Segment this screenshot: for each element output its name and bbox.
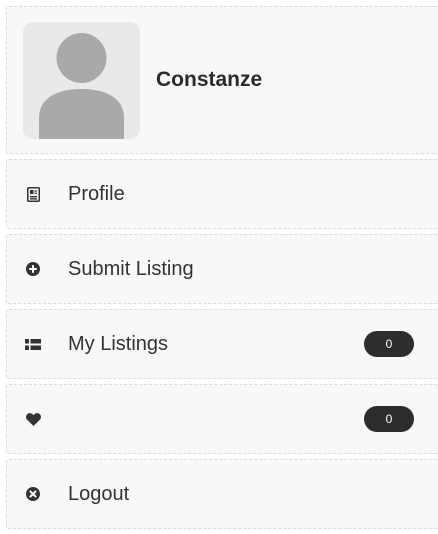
count-badge: 0 — [364, 331, 414, 357]
plus-circle-icon — [25, 261, 41, 277]
id-card-icon — [25, 186, 41, 202]
profile-card: Constanze — [6, 6, 438, 154]
menu-item-label: Profile — [68, 182, 125, 205]
count-badge: 0 — [364, 406, 414, 432]
menu-item-label: Submit Listing — [68, 257, 194, 280]
close-circle-icon — [25, 486, 41, 502]
username: Constanze — [156, 68, 263, 91]
menu-item-logout[interactable]: Logout — [6, 459, 438, 529]
menu-item-label: Logout — [68, 482, 130, 505]
heart-icon — [25, 411, 41, 427]
grid-list-icon — [25, 336, 41, 352]
menu-item-my-listings[interactable]: My Listings 0 — [6, 309, 438, 379]
menu-item-profile[interactable]: Profile — [6, 159, 438, 229]
menu-item-favorites[interactable]: 0 — [6, 384, 438, 454]
user-dashboard-menu: Constanze Profile Submit Listing My List… — [6, 6, 438, 534]
menu-item-submit-listing[interactable]: Submit Listing — [6, 234, 438, 304]
default-user-avatar-icon — [39, 32, 124, 139]
avatar — [23, 21, 140, 139]
menu-item-label: My Listings — [68, 332, 169, 355]
